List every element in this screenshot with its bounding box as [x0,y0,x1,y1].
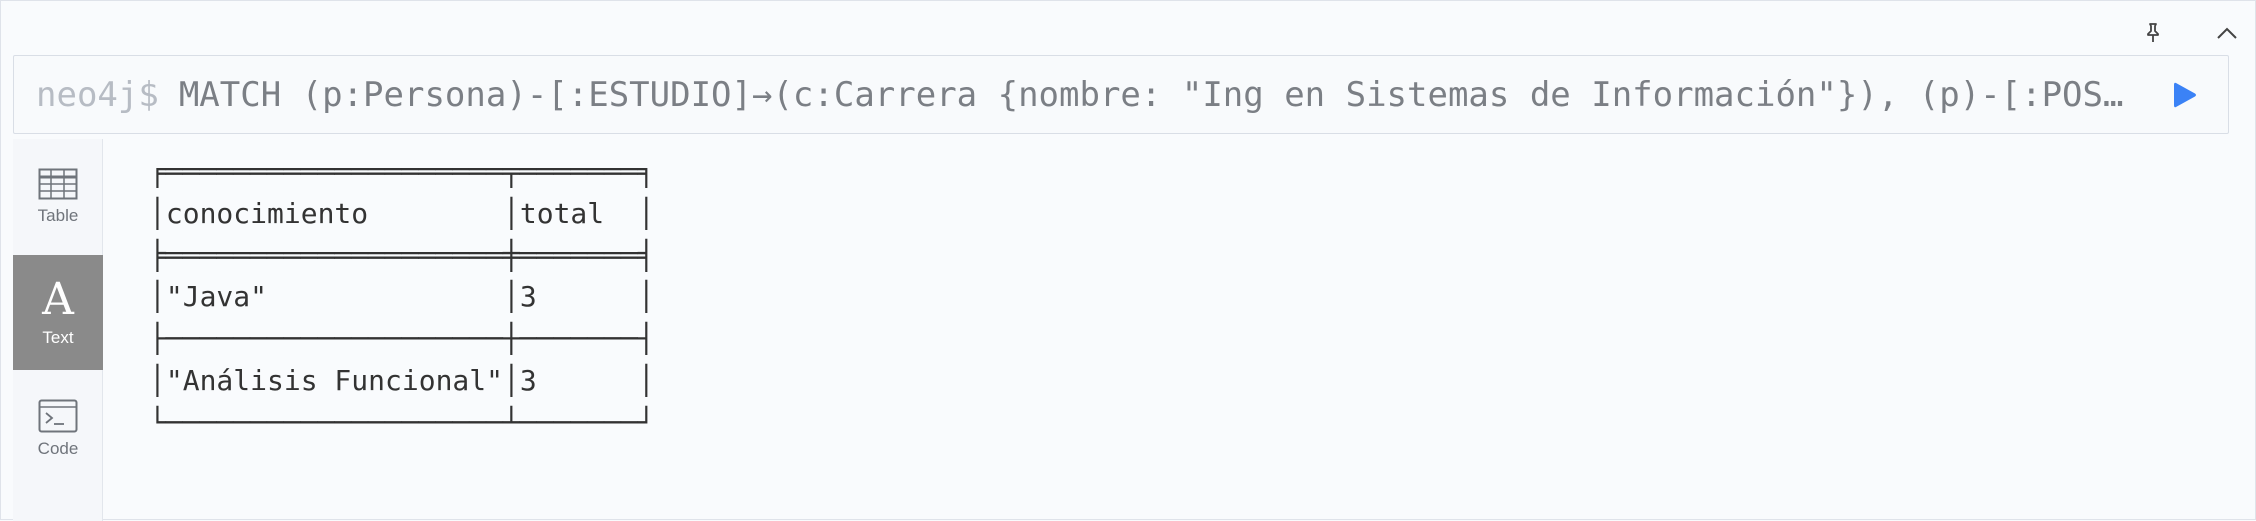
text-icon: A [42,273,74,325]
tab-code-label: Code [37,438,79,458]
run-query-button[interactable] [2168,78,2202,112]
result-frame: neo4j$ MATCH (p:Persona)-[:ESTUDIO]→(c:C… [0,0,2256,521]
chevron-up-icon [2217,27,2237,39]
result-row: │"Java" │3 │ [149,280,655,314]
tab-table[interactable]: Table [13,139,103,254]
tab-text[interactable]: A Text [13,255,103,370]
result-header-row: │conocimiento │total │ [149,196,655,230]
query-text[interactable]: MATCH (p:Persona)-[:ESTUDIO]→(c:Carrera … [179,75,2124,115]
result-row: │"Análisis Funcional"│3 │ [149,363,655,397]
result-top-border: ╒════════════════════╤═══════╕ [149,155,655,188]
pin-icon [2147,23,2159,42]
frame-controls [2135,15,2245,51]
result-row-separator: ├────────────────────┼───────┤ [149,322,655,356]
view-switcher: Table A Text Code [13,139,103,521]
query-line[interactable]: neo4j$ MATCH (p:Persona)-[:ESTUDIO]→(c:C… [36,56,2146,133]
query-editor[interactable]: neo4j$ MATCH (p:Persona)-[:ESTUDIO]→(c:C… [13,55,2229,134]
collapse-button[interactable] [2209,15,2245,51]
play-icon [2174,82,2196,108]
tab-text-label: Text [42,327,74,347]
text-result: ╒════════════════════╤═══════╕ │conocimi… [149,151,655,444]
code-icon [38,399,78,432]
result-header-separator: ╞════════════════════╪═══════╡ [149,238,655,272]
tab-code[interactable]: Code [13,371,103,486]
result-bottom-border: └────────────────────┴───────┘ [149,405,655,439]
pin-button[interactable] [2135,15,2171,51]
tab-table-label: Table [37,205,79,225]
query-prompt: neo4j$ [36,74,159,115]
table-icon [38,168,78,199]
